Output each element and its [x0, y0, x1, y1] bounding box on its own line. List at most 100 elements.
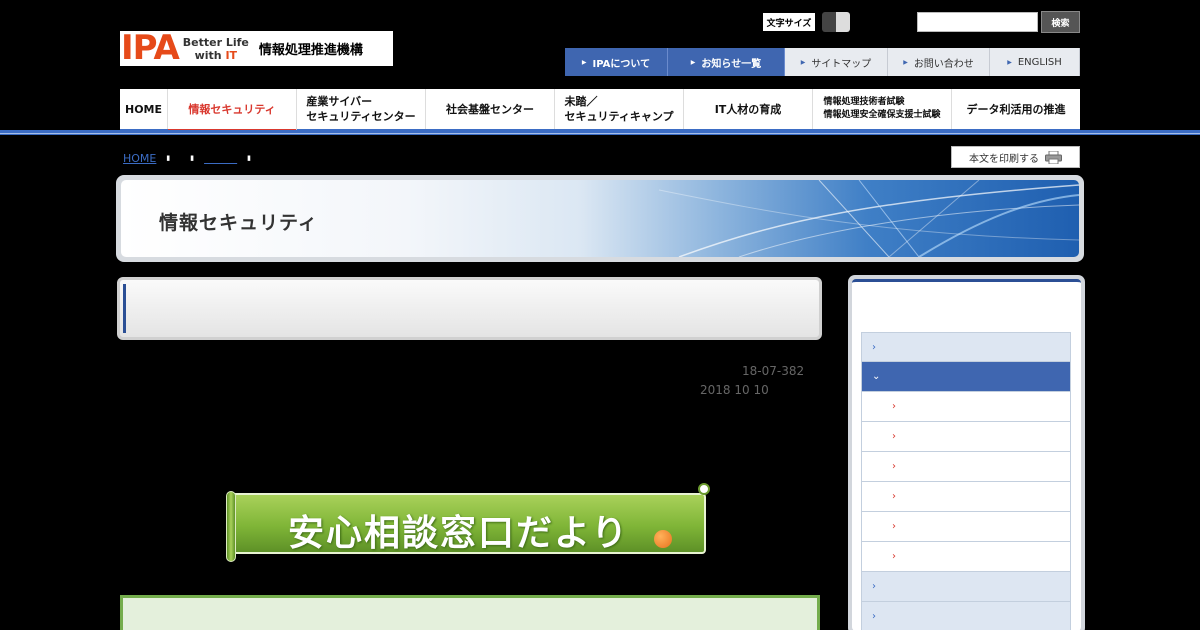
sidebar-category-item[interactable]: › [861, 572, 1071, 602]
banner-lines-decoration [658, 180, 1079, 257]
content-green-box [120, 595, 820, 630]
chevron-right-icon: › [872, 611, 876, 622]
document-date: 2018 10 10 [700, 383, 769, 397]
breadcrumb-link[interactable]: ＿＿＿ [204, 150, 237, 166]
chevron-right-icon: › [892, 401, 896, 412]
breadcrumb-separator-icon: ▮ [190, 154, 195, 162]
page: IPA Better Life with IT 情報処理推進機構 文字サイズ 検… [0, 0, 1200, 630]
main-nav-home[interactable]: HOME [120, 89, 168, 129]
chevron-right-icon: › [872, 581, 876, 592]
main-nav-it-hr[interactable]: IT人材の育成 [684, 89, 813, 129]
document-number: 18-07-382 [742, 364, 805, 378]
main-nav-label: データ利活用の推進 [966, 102, 1066, 116]
util-nav-label: IPAについて [592, 58, 651, 70]
main-nav-label: 情報処理技術者試験情報処理安全確保支援士試験 [823, 96, 940, 122]
print-button[interactable]: 本文を印刷する [951, 146, 1080, 168]
main-nav: HOME 情報セキュリティ 産業サイバー セキュリティセンター 社会基盤センター … [120, 89, 1080, 132]
main-nav-label: IT人材の育成 [714, 102, 782, 116]
main-nav-mitou[interactable]: 未踏／ セキュリティキャンプ [555, 89, 684, 129]
breadcrumb: HOME ▮ ▮ ＿＿＿ ▮ [123, 150, 261, 166]
search-input[interactable] [917, 12, 1038, 32]
sidebar-category-item-open[interactable]: ⌄ [861, 362, 1071, 392]
arrow-icon: ▶ [1007, 58, 1012, 66]
main-nav-label-line2: 情報処理安全確保支援士試験 [823, 110, 941, 120]
util-nav-label: サイトマップ [811, 58, 872, 70]
arrow-icon: ▶ [581, 58, 587, 66]
nav-divider-line [0, 133, 1200, 134]
sidebar-subitem[interactable]: › [861, 542, 1071, 572]
chevron-right-icon: › [892, 521, 896, 532]
utility-nav: ▶ IPAについて ▶ お知らせ一覧 ▶ サイトマップ ▶ お問い合わせ ▶ ENGLIS… [565, 48, 1080, 76]
breadcrumb-separator-icon: ▮ [166, 154, 171, 162]
main-nav-label-line1: 情報処理技術者試験 [823, 97, 905, 107]
main-nav-label-line2: セキュリティキャンプ [564, 110, 674, 123]
main-nav-label: 情報セキュリティ [188, 102, 276, 116]
font-size-label: 文字サイズ [763, 13, 815, 31]
util-nav-news[interactable]: ▶ お知らせ一覧 [668, 48, 785, 76]
ribbon-roll-left [226, 491, 236, 562]
util-nav-label: お問い合わせ [913, 58, 974, 70]
main-nav-security[interactable]: 情報セキュリティ [168, 89, 297, 132]
main-nav-label: 社会基盤センター [446, 102, 534, 116]
font-size-small-button[interactable] [822, 12, 836, 32]
breadcrumb-home-link[interactable]: HOME [123, 152, 156, 165]
arrow-icon: ▶ [903, 58, 908, 66]
sidebar-subitem[interactable]: › [861, 482, 1071, 512]
section-banner: 情報セキュリティ [116, 175, 1084, 262]
banner-title: 情報セキュリティ [159, 212, 318, 234]
chevron-down-icon: ⌄ [872, 371, 881, 382]
sidebar-subitem[interactable]: › [861, 512, 1071, 542]
sidebar-header [852, 282, 1081, 329]
arrow-icon: ▶ [800, 58, 806, 66]
breadcrumb-separator-icon: ▮ [247, 154, 251, 162]
content-heading-box [117, 277, 822, 340]
logo-tagline-line2b: IT [225, 48, 238, 62]
main-nav-cyber-center[interactable]: 産業サイバーセキュリティセンター [297, 89, 426, 129]
sidebar: › ⌄ › › › › › › › › [848, 275, 1085, 630]
util-nav-about[interactable]: ▶ IPAについて [565, 48, 668, 76]
logo-org-name: 情報処理推進機構 [258, 43, 363, 58]
main-nav-label-line1: 未踏／ [564, 95, 598, 108]
main-nav-label-line1: 産業サイバー [306, 95, 373, 108]
main-nav-data[interactable]: データ利活用の推進 [952, 89, 1080, 129]
logo-tagline-line1: Better Life [182, 35, 249, 49]
main-nav-label-line2: セキュリティセンター [306, 110, 416, 123]
ribbon-roll-right [698, 483, 710, 495]
sidebar-subitem[interactable]: › [861, 452, 1071, 482]
consultation-ribbon-banner: 安心相談窓口だより [226, 483, 710, 563]
search-button[interactable]: 検索 [1041, 11, 1080, 33]
sidebar-category-item[interactable]: › [861, 602, 1071, 630]
chevron-right-icon: › [892, 551, 896, 562]
font-size-large-button[interactable] [836, 12, 850, 32]
main-nav-label: HOME [124, 102, 163, 116]
section-banner-image: 情報セキュリティ [121, 180, 1079, 257]
sidebar-menu: › ⌄ › › › › › › › › [861, 332, 1071, 630]
ribbon-title: 安心相談窓口だより [288, 513, 630, 554]
chevron-right-icon: › [892, 491, 896, 502]
ipa-logo[interactable]: IPA Better Life with IT 情報処理推進機構 [120, 31, 393, 66]
logo-tagline-line2a: with [194, 48, 226, 62]
main-nav-exams[interactable]: 情報処理技術者試験情報処理安全確保支援士試験 [813, 89, 952, 129]
util-nav-sitemap[interactable]: ▶ サイトマップ [785, 48, 888, 76]
main-nav-label: 未踏／ セキュリティキャンプ [564, 94, 673, 124]
util-nav-contact[interactable]: ▶ お問い合わせ [888, 48, 990, 76]
util-nav-label: お知らせ一覧 [701, 58, 762, 70]
sidebar-category-item[interactable]: › [861, 332, 1071, 362]
chevron-right-icon: › [892, 461, 896, 472]
util-nav-english[interactable]: ▶ ENGLISH [990, 48, 1080, 76]
util-nav-label: ENGLISH [1017, 56, 1062, 68]
sidebar-subitem[interactable]: › [861, 392, 1071, 422]
main-nav-label: 産業サイバーセキュリティセンター [306, 94, 415, 124]
sidebar-panel: › ⌄ › › › › › › › › [852, 279, 1081, 630]
logo-mark: IPA [121, 28, 180, 68]
chevron-right-icon: › [872, 341, 876, 353]
printer-icon [1045, 150, 1062, 164]
chevron-right-icon: › [892, 431, 896, 442]
print-button-label: 本文を印刷する [969, 153, 1039, 165]
logo-tagline: Better Life with IT [183, 36, 249, 62]
sidebar-subitem[interactable]: › [861, 422, 1071, 452]
font-size-toggle[interactable] [822, 12, 850, 32]
arrow-icon: ▶ [690, 58, 696, 66]
main-nav-social-infra[interactable]: 社会基盤センター [426, 89, 555, 129]
orange-dot-icon [654, 530, 672, 548]
